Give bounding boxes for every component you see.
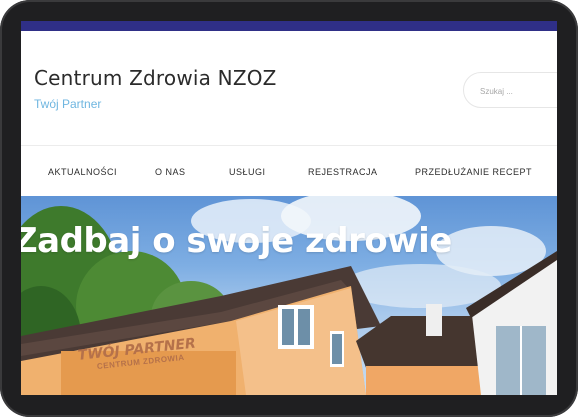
- nav-item-uslugi[interactable]: USŁUGI: [229, 167, 266, 177]
- search-input[interactable]: [480, 84, 557, 98]
- top-bar: [21, 21, 557, 31]
- site-title[interactable]: Centrum Zdrowia NZOZ: [34, 66, 277, 90]
- tablet-frame: Centrum Zdrowia NZOZ Twój Partner AKTUAL…: [0, 0, 578, 417]
- nav-item-przedluzanie-recept[interactable]: PRZEDŁUŻANIE RECEPT: [415, 167, 532, 177]
- nav-item-rejestracja[interactable]: REJESTRACJA: [308, 167, 378, 177]
- main-nav: AKTUALNOŚCI O NAS USŁUGI REJESTRACJA PRZ…: [21, 167, 557, 181]
- nav-item-aktualnosci[interactable]: AKTUALNOŚCI: [48, 167, 117, 177]
- search-box[interactable]: [463, 72, 557, 108]
- browser-viewport: Centrum Zdrowia NZOZ Twój Partner AKTUAL…: [21, 21, 557, 395]
- hero-banner: TWÓJ PARTNER CENTRUM ZDROWIA Zadbaj o sw…: [21, 196, 557, 395]
- header-divider: [21, 145, 557, 146]
- site-tagline: Twój Partner: [34, 97, 102, 111]
- nav-item-o-nas[interactable]: O NAS: [155, 167, 186, 177]
- hero-heading: Zadbaj o swoje zdrowie: [21, 221, 452, 261]
